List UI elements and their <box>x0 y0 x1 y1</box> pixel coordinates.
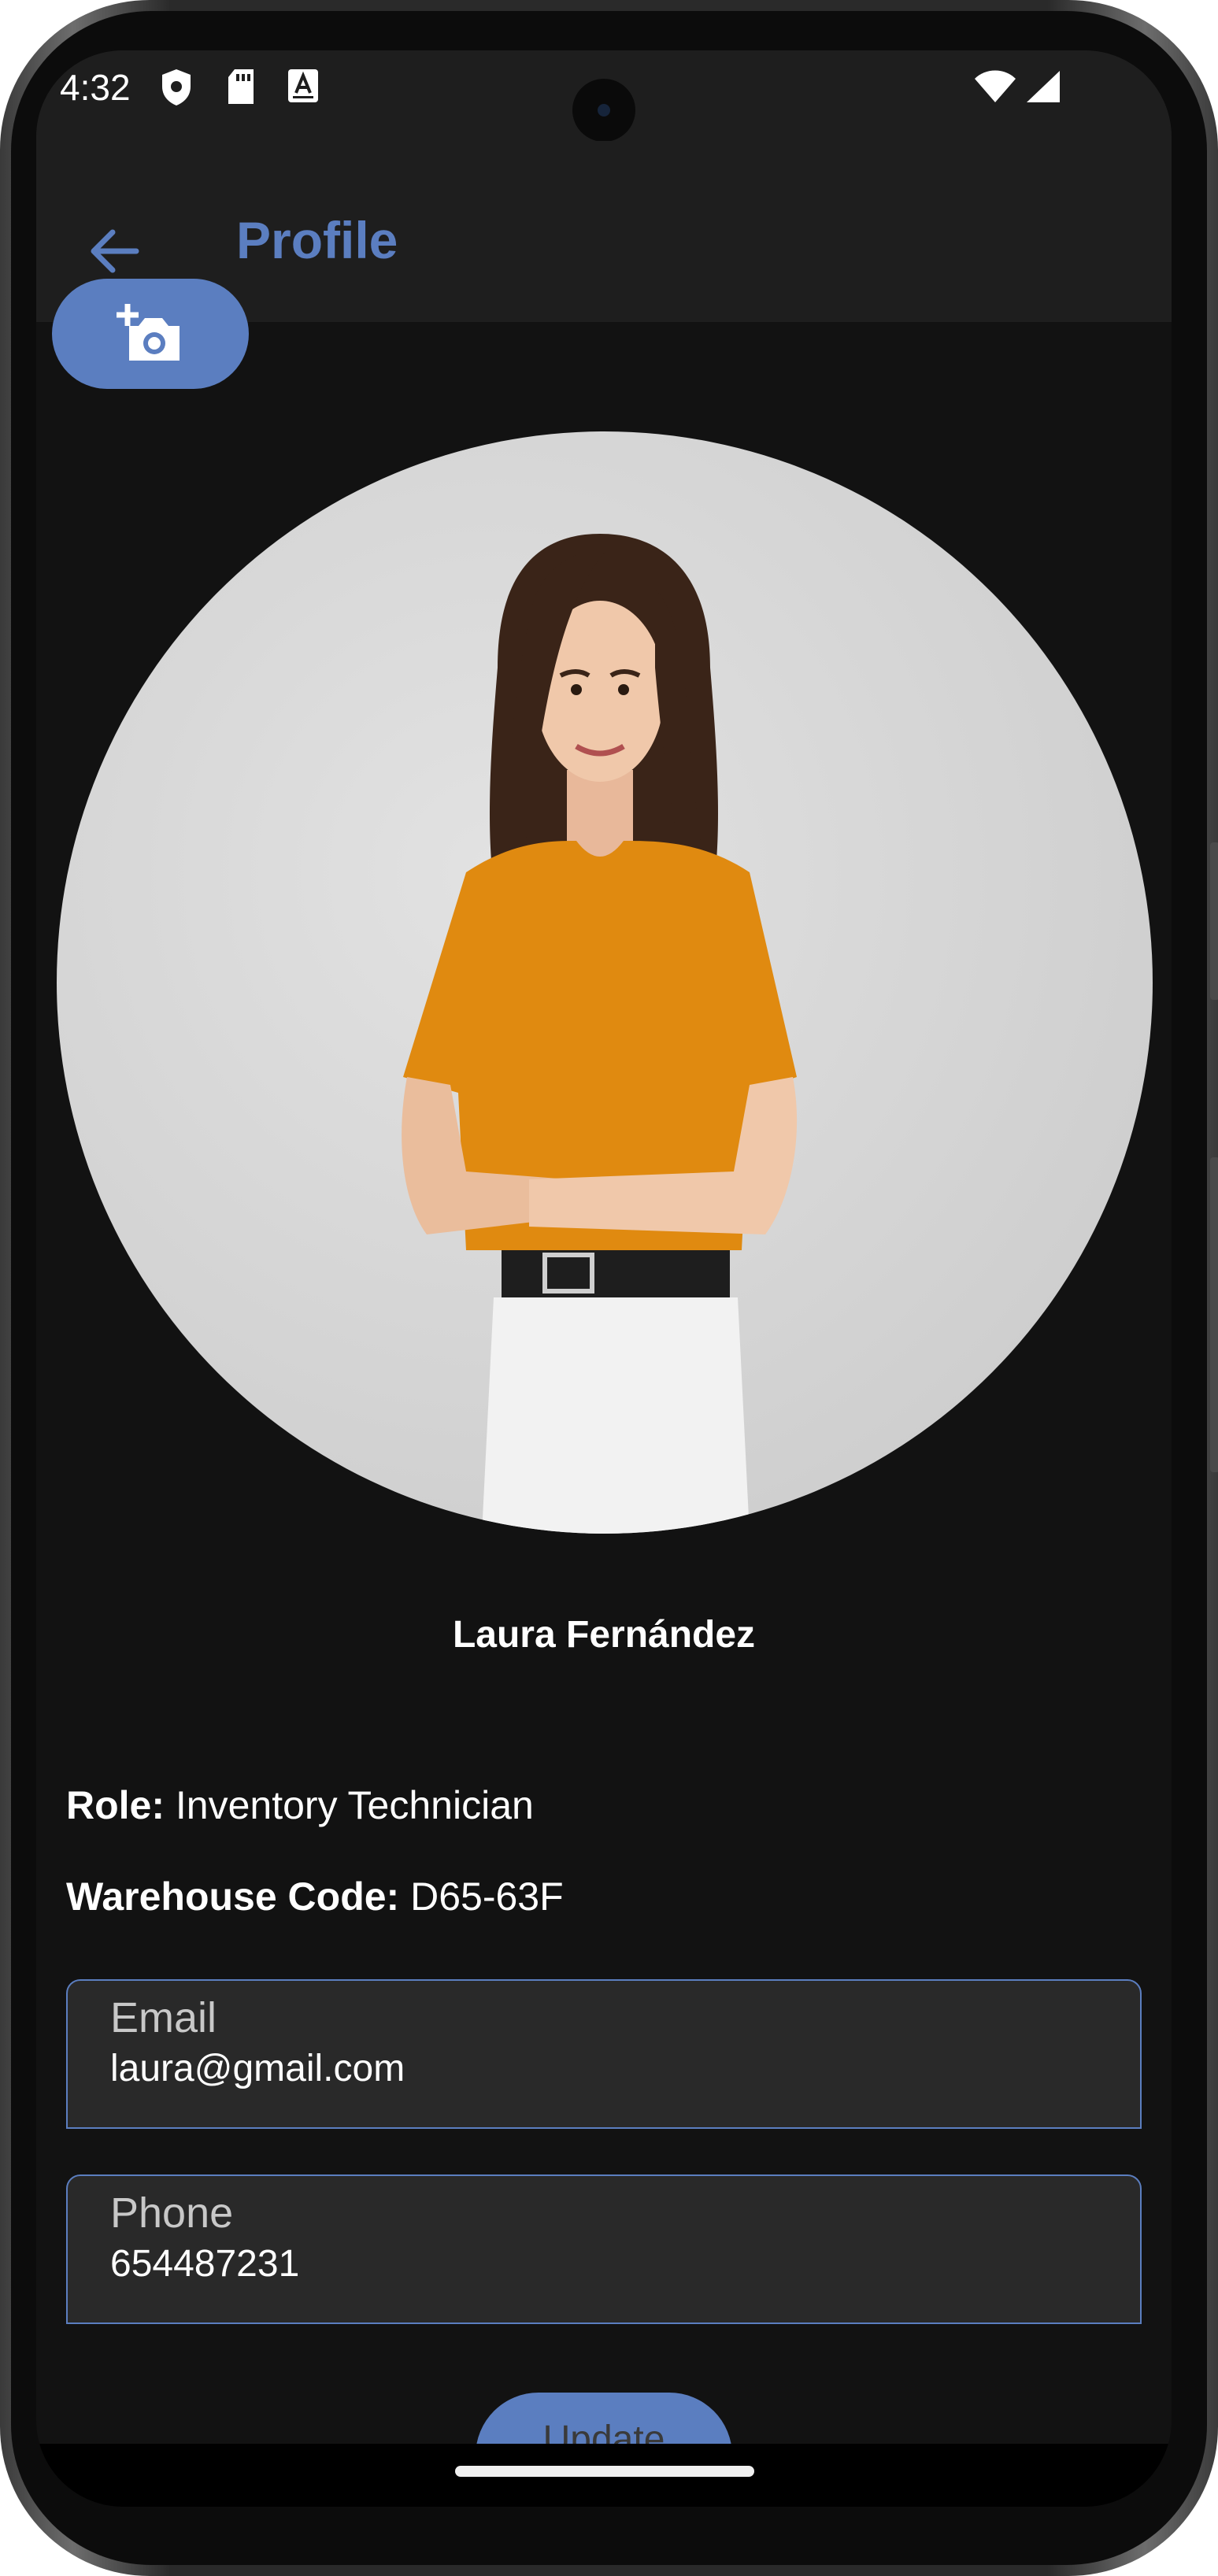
navigation-bar <box>36 2444 1172 2507</box>
email-field[interactable]: Email <box>66 1979 1142 2129</box>
warehouse-value: D65-63F <box>410 1875 564 1919</box>
sd-card-icon <box>225 68 257 109</box>
keyboard-a-icon <box>287 68 320 108</box>
role-row: Role: Inventory Technician <box>66 1782 534 1828</box>
wifi-icon <box>973 69 1017 108</box>
profile-photo <box>402 534 798 1534</box>
profile-avatar <box>57 431 1153 1534</box>
front-camera <box>572 79 635 142</box>
shield-icon <box>159 68 194 111</box>
add-a-photo-icon <box>117 304 180 361</box>
cell-signal-icon <box>1024 69 1061 108</box>
app-screen: 4:32 Profile Laura Fernández Role: Inven… <box>36 50 1172 2507</box>
power-button <box>1210 842 1218 1000</box>
warehouse-row: Warehouse Code: D65-63F <box>66 1874 564 1919</box>
phone-label: Phone <box>110 2189 234 2237</box>
email-label: Email <box>110 1994 217 2041</box>
add-photo-button[interactable] <box>52 279 249 389</box>
phone-field[interactable]: Phone <box>66 2174 1142 2324</box>
page-title: Profile <box>236 211 398 269</box>
warehouse-label: Warehouse Code: <box>66 1875 400 1919</box>
status-time: 4:32 <box>60 67 131 108</box>
phone-input[interactable] <box>110 2242 1055 2285</box>
role-label: Role: <box>66 1783 165 1827</box>
profile-name: Laura Fernández <box>452 1614 756 1656</box>
home-indicator[interactable] <box>455 2466 754 2477</box>
arrow-back-icon <box>91 229 139 273</box>
email-input[interactable] <box>110 2047 1055 2090</box>
phone-frame: 4:32 Profile Laura Fernández Role: Inven… <box>0 0 1218 2576</box>
role-value: Inventory Technician <box>175 1783 534 1827</box>
volume-button <box>1210 1157 1218 1472</box>
